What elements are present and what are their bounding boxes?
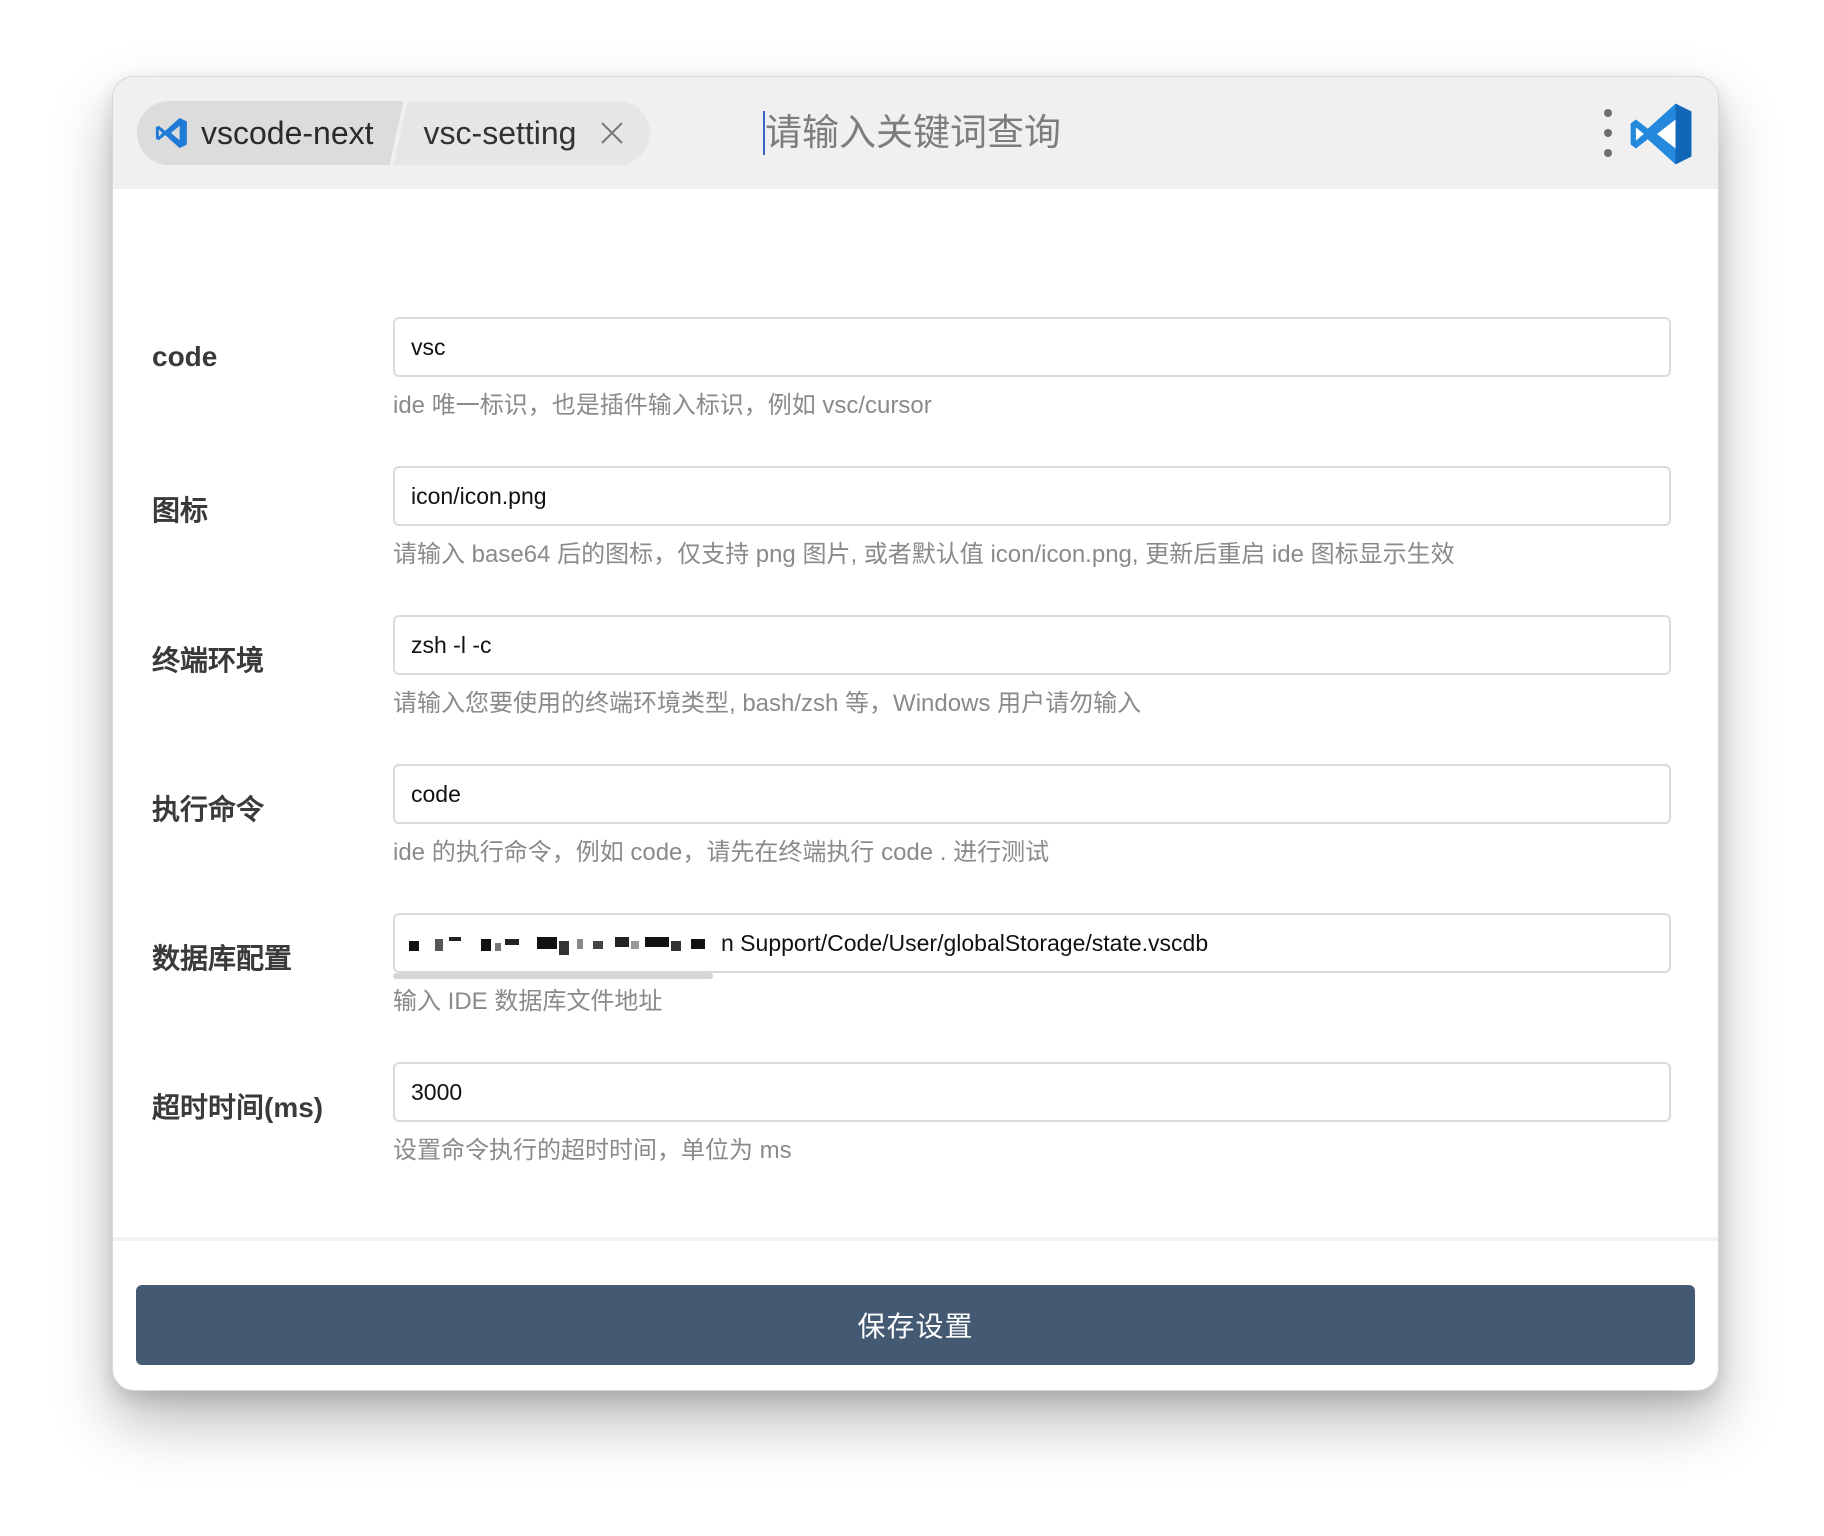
menu-dot xyxy=(1604,149,1612,157)
more-vertical-icon[interactable] xyxy=(1600,109,1616,157)
tab-vscode-next[interactable]: vscode-next xyxy=(137,101,404,165)
hint-icon: 请输入 base64 后的图标，仅支持 png 图片, 或者默认值 icon/i… xyxy=(393,541,1455,568)
search-input[interactable] xyxy=(761,103,1669,163)
hint-database: 输入 IDE 数据库文件地址 xyxy=(393,988,663,1015)
label-code: code xyxy=(152,341,218,372)
label-database: 数据库配置 xyxy=(152,943,293,974)
redacted-path xyxy=(409,937,705,955)
terminal-input[interactable] xyxy=(393,615,1671,675)
label-icon: 图标 xyxy=(152,495,209,526)
label-terminal: 终端环境 xyxy=(152,645,265,676)
hint-code: ide 唯一标识，也是插件输入标识，例如 vsc/cursor xyxy=(393,392,932,419)
input-scrollbar[interactable] xyxy=(393,973,713,979)
tab-vsc-setting[interactable]: vsc-setting xyxy=(393,101,651,165)
close-icon[interactable] xyxy=(598,119,626,147)
menu-dot xyxy=(1604,129,1612,137)
vscode-logo-icon xyxy=(1630,103,1692,165)
hint-terminal: 请输入您要使用的终端环境类型, bash/zsh 等，Windows 用户请勿输… xyxy=(393,690,1142,717)
tab-primary-label: vscode-next xyxy=(201,114,374,151)
footer-divider xyxy=(113,1237,1718,1241)
label-timeout: 超时时间(ms) xyxy=(152,1092,324,1123)
code-input[interactable] xyxy=(393,317,1671,377)
icon-input[interactable] xyxy=(393,466,1671,526)
database-input[interactable]: n Support/Code/User/globalStorage/state.… xyxy=(393,913,1671,973)
tab-strip: vscode-next vsc-setting xyxy=(137,101,651,165)
hint-timeout: 设置命令执行的超时时间，单位为 ms xyxy=(393,1137,792,1164)
hint-command: ide 的执行命令，例如 code，请先在终端执行 code . 进行测试 xyxy=(393,839,1050,866)
top-bar: vscode-next vsc-setting xyxy=(113,77,1718,189)
tab-secondary-label: vsc-setting xyxy=(423,114,577,151)
command-input[interactable] xyxy=(393,764,1671,824)
timeout-input[interactable] xyxy=(393,1062,1671,1122)
text-caret xyxy=(763,111,765,155)
vscode-icon xyxy=(153,115,189,151)
save-button[interactable]: 保存设置 xyxy=(136,1285,1695,1365)
label-command: 执行命令 xyxy=(152,794,265,825)
menu-dot xyxy=(1604,109,1612,117)
database-path-text: n Support/Code/User/globalStorage/state.… xyxy=(721,930,1209,956)
app-window: vscode-next vsc-setting cod xyxy=(112,76,1719,1391)
